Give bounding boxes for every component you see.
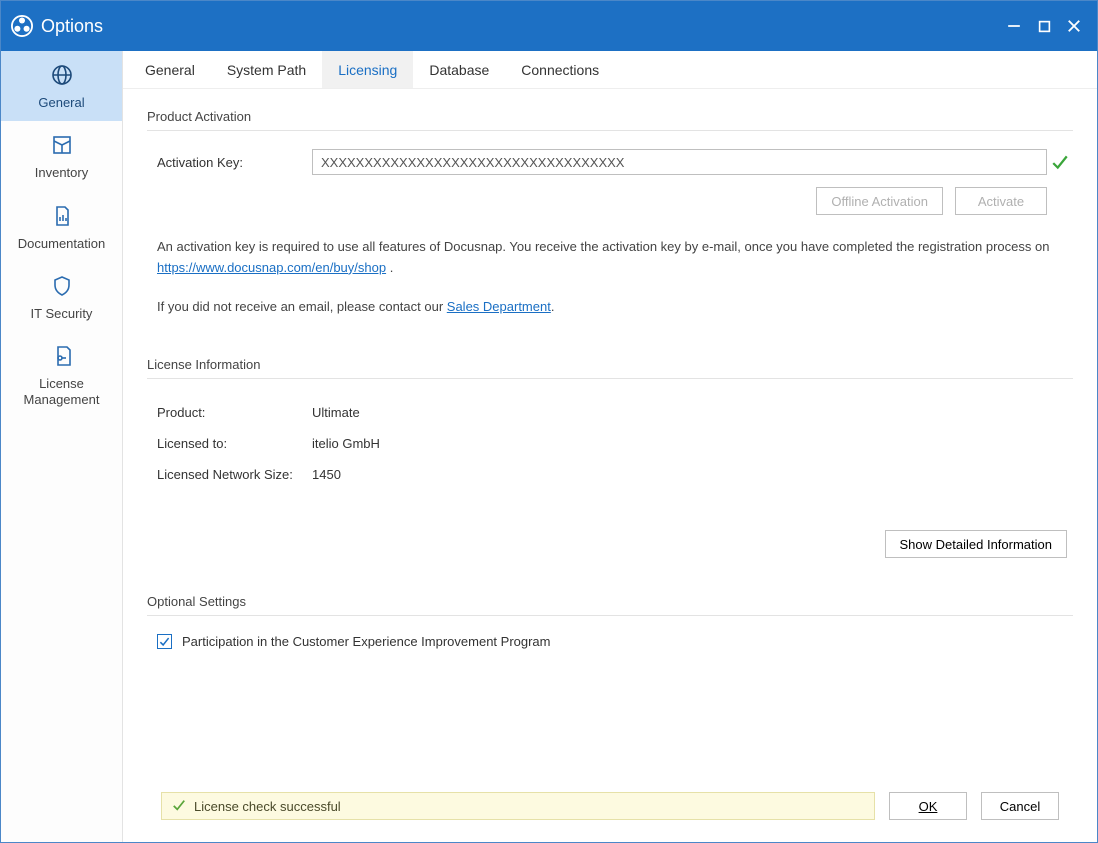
info-value: 1450 [312, 467, 341, 482]
tab-database[interactable]: Database [413, 51, 505, 88]
main-area: General System Path Licensing Database C… [123, 51, 1097, 842]
section-title-license-info: License Information [147, 357, 1073, 372]
activation-key-input[interactable] [312, 149, 1047, 175]
status-text: License check successful [194, 799, 341, 814]
shop-link[interactable]: https://www.docusnap.com/en/buy/shop [157, 260, 386, 275]
shield-icon [49, 274, 75, 300]
cancel-button[interactable]: Cancel [981, 792, 1059, 820]
tabs: General System Path Licensing Database C… [123, 51, 1097, 89]
section-title-activation: Product Activation [147, 109, 1073, 124]
info-value: itelio GmbH [312, 436, 380, 451]
sidebar-item-it-security[interactable]: IT Security [1, 262, 122, 332]
status-bar: License check successful [161, 792, 875, 820]
options-window: Options General [0, 0, 1098, 843]
sidebar-item-label: IT Security [31, 306, 93, 322]
info-label: Licensed to: [157, 436, 312, 451]
sidebar-item-label: Documentation [18, 236, 105, 252]
sidebar-item-label: License Management [24, 376, 100, 409]
activation-description: An activation key is required to use all… [147, 237, 1073, 279]
box-icon [49, 133, 75, 159]
contact-description: If you did not receive an email, please … [147, 297, 1073, 318]
activate-button[interactable]: Activate [955, 187, 1047, 215]
checkmark-icon [1047, 153, 1073, 171]
checkmark-icon [172, 798, 186, 815]
participation-checkbox[interactable] [157, 634, 172, 649]
sidebar-item-license-management[interactable]: License Management [1, 332, 122, 419]
app-icon [11, 15, 33, 37]
content: Product Activation Activation Key: Offli… [123, 89, 1097, 842]
info-value: Ultimate [312, 405, 360, 420]
key-doc-icon [49, 344, 75, 370]
divider [147, 130, 1073, 131]
license-info-row: Licensed to: itelio GmbH [157, 428, 1073, 459]
tab-licensing[interactable]: Licensing [322, 51, 413, 88]
sidebar: General Inventory [1, 51, 123, 842]
tab-connections[interactable]: Connections [505, 51, 615, 88]
info-label: Licensed Network Size: [157, 467, 312, 482]
divider [147, 615, 1073, 616]
sidebar-item-documentation[interactable]: Documentation [1, 192, 122, 262]
tab-system-path[interactable]: System Path [211, 51, 322, 88]
license-info-table: Product: Ultimate Licensed to: itelio Gm… [147, 397, 1073, 490]
close-button[interactable] [1059, 13, 1089, 39]
tab-general[interactable]: General [129, 51, 211, 88]
document-chart-icon [49, 204, 75, 230]
maximize-button[interactable] [1029, 13, 1059, 39]
section-title-optional: Optional Settings [147, 594, 1073, 609]
activation-key-label: Activation Key: [147, 155, 312, 170]
sales-link[interactable]: Sales Department [447, 299, 551, 314]
footer: License check successful OK Cancel [147, 790, 1073, 830]
divider [147, 378, 1073, 379]
sidebar-item-label: Inventory [35, 165, 88, 181]
ok-button[interactable]: OK [889, 792, 967, 820]
show-detailed-info-button[interactable]: Show Detailed Information [885, 530, 1067, 558]
sidebar-item-general[interactable]: General [1, 51, 122, 121]
license-info-row: Licensed Network Size: 1450 [157, 459, 1073, 490]
sidebar-item-inventory[interactable]: Inventory [1, 121, 122, 191]
info-label: Product: [157, 405, 312, 420]
license-info-row: Product: Ultimate [157, 397, 1073, 428]
globe-icon [49, 63, 75, 89]
titlebar: Options [1, 1, 1097, 51]
participation-label: Participation in the Customer Experience… [182, 634, 551, 649]
offline-activation-button[interactable]: Offline Activation [816, 187, 943, 215]
minimize-button[interactable] [999, 13, 1029, 39]
window-title: Options [41, 16, 103, 37]
sidebar-item-label: General [38, 95, 84, 111]
